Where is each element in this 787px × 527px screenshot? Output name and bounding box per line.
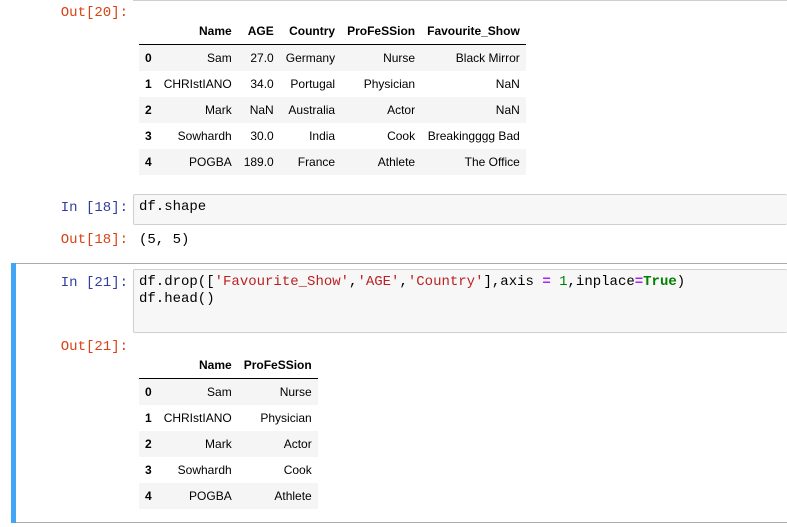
column-header: Name (157, 18, 238, 45)
table-cell: CHRIstIANO (163, 411, 232, 425)
row-index: 0 (145, 51, 152, 65)
output-prompt-21: Out[21]: (60, 339, 128, 355)
table-cell: Sowhardh (177, 129, 232, 143)
table-cell: Cook (387, 129, 416, 143)
row-index: 2 (145, 437, 152, 451)
input-prompt-18: In [18]: (60, 200, 128, 216)
previous-cell-border (133, 0, 787, 1)
code-keyword: True (643, 274, 677, 290)
index-header (139, 352, 158, 379)
table-cell: Actor (387, 103, 416, 117)
column-header: Name (157, 352, 238, 379)
table-cell: 27.0 (250, 51, 274, 65)
row-index: 3 (145, 463, 152, 477)
table-cell: Mark (205, 103, 232, 117)
row-index: 2 (145, 103, 152, 117)
table-cell: India (309, 129, 336, 143)
dataframe-output-21: Name ProFeSSion 0 Sam Nurse 1 CHRIstIANO… (139, 352, 318, 509)
table-cell: Athlete (274, 489, 312, 503)
column-header: ProFeSSion (341, 18, 422, 45)
output-prompt-20: Out[20]: (60, 5, 128, 21)
table-cell: NaN (495, 77, 520, 91)
table-cell: 30.0 (250, 129, 274, 143)
row-index: 4 (145, 155, 152, 169)
dataframe-output-20: Name AGE Country ProFeSSion Favourite_Sh… (139, 18, 526, 175)
code-operator: = (542, 274, 551, 290)
table-cell: NaN (495, 103, 520, 117)
table-cell: Sowhardh (177, 463, 232, 477)
table-cell: POGBA (189, 155, 232, 169)
table-cell: Australia (288, 103, 336, 117)
table-row: 1 CHRIstIANO 34.0 Portugal Physician NaN (139, 71, 526, 97)
table-cell: POGBA (189, 489, 232, 503)
table-row: 2 Mark Actor (139, 431, 318, 457)
table-cell: France (297, 155, 336, 169)
table-cell: Actor (283, 437, 312, 451)
index-header (139, 18, 158, 45)
code-operator: = (634, 274, 644, 290)
table-header-row: Name ProFeSSion (139, 352, 318, 379)
table-cell: Nurse (383, 51, 416, 65)
code-token: ],axis (483, 274, 543, 290)
output-text-18: (5, 5) (139, 232, 190, 248)
row-index: 0 (145, 385, 152, 399)
input-prompt-21: In [21]: (60, 275, 128, 291)
code-token: ) (676, 274, 686, 290)
table-header-row: Name AGE Country ProFeSSion Favourite_Sh… (139, 18, 526, 45)
column-header: Country (279, 18, 342, 45)
table-row: 3 Sowhardh Cook (139, 457, 318, 483)
table-cell: Breakingggg Bad (427, 129, 520, 143)
table-cell: 189.0 (243, 155, 274, 169)
table-cell: Physician (363, 77, 416, 91)
table-row: 0 Sam 27.0 Germany Nurse Black Mirror (139, 44, 526, 71)
table-row: 3 Sowhardh 30.0 India Cook Breakingggg B… (139, 123, 526, 149)
table-cell: Nurse (279, 385, 312, 399)
code-text: df.shape (139, 199, 207, 215)
row-index: 1 (145, 77, 152, 91)
table-cell: CHRIstIANO (163, 77, 232, 91)
table-cell: 34.0 (250, 77, 274, 91)
code-token: df.head() (139, 291, 215, 307)
column-header: ProFeSSion (237, 352, 318, 379)
table-cell: Germany (285, 51, 336, 65)
table-cell: Mark (205, 437, 232, 451)
code-token: df.drop([ (139, 274, 215, 290)
row-index: 3 (145, 129, 152, 143)
table-cell: Portugal (290, 77, 336, 91)
output-prompt-18: Out[18]: (60, 232, 128, 248)
code-string: 'AGE' (357, 274, 400, 290)
table-row: 4 POGBA 189.0 France Athlete The Office (139, 149, 526, 175)
table-row: 0 Sam Nurse (139, 378, 318, 405)
column-header: Favourite_Show (421, 18, 526, 45)
code-string: 'Country' (407, 274, 484, 290)
row-index: 1 (145, 411, 152, 425)
code-editor-18[interactable]: df.shape (133, 194, 787, 225)
table-cell: Sam (207, 51, 232, 65)
code-token: , (399, 274, 408, 290)
column-header: AGE (237, 18, 280, 45)
table-cell: Athlete (377, 155, 416, 169)
selected-cell-indicator (11, 263, 16, 523)
row-index: 4 (145, 489, 152, 503)
table-row: 2 Mark NaN Australia Actor NaN (139, 97, 526, 123)
table-cell: Cook (283, 463, 312, 477)
table-row: 4 POGBA Athlete (139, 483, 318, 509)
code-number: 1 (559, 274, 568, 290)
table-cell: Sam (207, 385, 232, 399)
table-row: 1 CHRIstIANO Physician (139, 405, 318, 431)
table-cell: Black Mirror (455, 51, 520, 65)
code-editor-21[interactable]: df.drop(['Favourite_Show','AGE','Country… (133, 269, 787, 333)
code-string: 'Favourite_Show' (214, 274, 350, 290)
code-token: ,inplace (567, 274, 635, 290)
table-cell: The Office (464, 155, 520, 169)
table-cell: NaN (249, 103, 274, 117)
table-cell: Physician (260, 411, 312, 425)
